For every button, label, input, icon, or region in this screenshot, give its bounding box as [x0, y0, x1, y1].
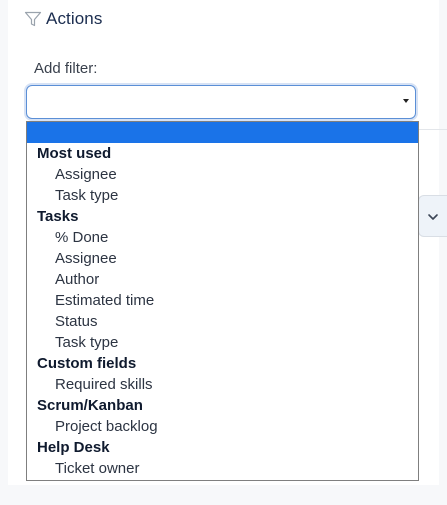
- dropdown-option[interactable]: Status: [27, 311, 418, 332]
- dropdown-option[interactable]: Task type: [27, 185, 418, 206]
- dropdown-option[interactable]: Estimated time: [27, 290, 418, 311]
- add-filter-select[interactable]: [26, 85, 416, 119]
- dropdown-option[interactable]: % Done: [27, 227, 418, 248]
- left-margin: [0, 0, 8, 505]
- dropdown-option[interactable]: Ticket owner: [27, 458, 418, 479]
- filters-panel: Actions Add filter: Most used Assignee T…: [0, 0, 447, 505]
- dropdown-option[interactable]: Required skills: [27, 374, 418, 395]
- actions-title: Actions: [46, 9, 103, 28]
- add-filter-label: Add filter:: [34, 60, 98, 77]
- group-label-help-desk: Help Desk: [37, 439, 110, 456]
- dropdown-option[interactable]: Assignee: [27, 164, 418, 185]
- dropdown-option[interactable]: Project backlog: [27, 416, 418, 437]
- background-collapse-button[interactable]: [418, 195, 447, 237]
- filter-dropdown-list[interactable]: Most used Assignee Task type Tasks % Don…: [26, 121, 419, 481]
- group-label-custom-fields: Custom fields: [37, 355, 137, 372]
- bottom-margin: [0, 485, 447, 505]
- group-label-tasks: Tasks: [37, 208, 79, 225]
- dropdown-option-blank[interactable]: [27, 122, 418, 143]
- group-label-scrum-kanban: Scrum/Kanban: [37, 397, 143, 414]
- background-divider: [418, 129, 447, 130]
- dropdown-option[interactable]: Assignee: [27, 248, 418, 269]
- filter-icon: [24, 10, 42, 28]
- chevron-down-icon: [427, 209, 439, 227]
- right-margin: [439, 0, 447, 505]
- caret-down-icon[interactable]: [403, 99, 409, 103]
- dropdown-option[interactable]: Author: [27, 269, 418, 290]
- actions-header[interactable]: Actions: [24, 8, 102, 30]
- group-label-most-used: Most used: [37, 145, 112, 162]
- dropdown-option[interactable]: Task type: [27, 332, 418, 353]
